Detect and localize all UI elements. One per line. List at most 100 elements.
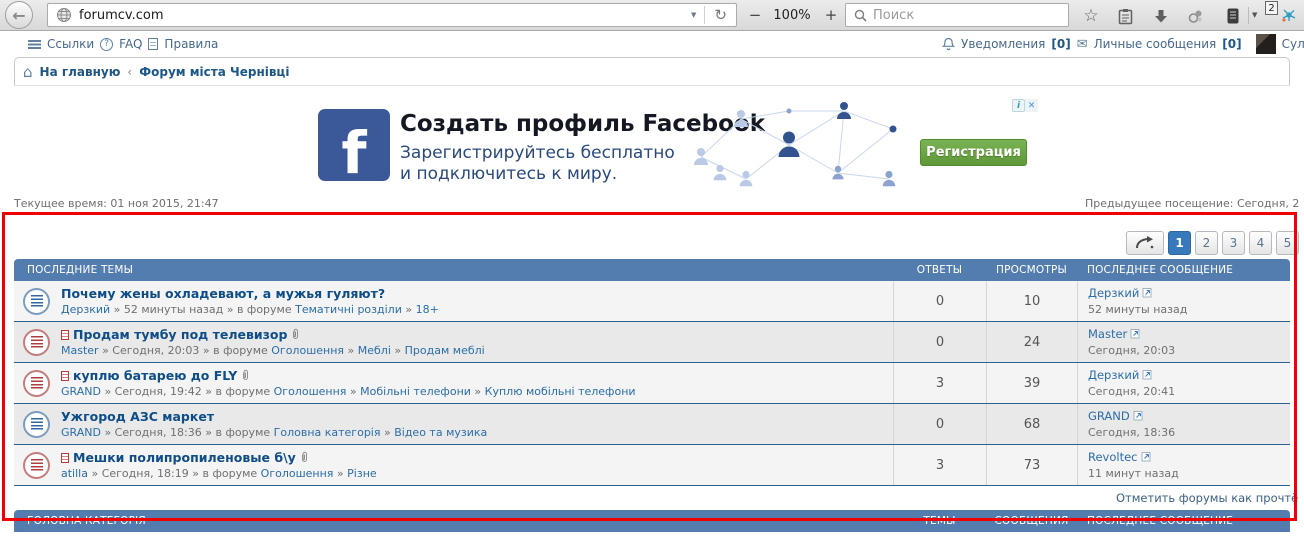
topic-meta-link[interactable]: GRAND <box>61 426 101 439</box>
user-avatar[interactable] <box>1256 34 1276 54</box>
facebook-ad-banner[interactable]: f Создать профиль Facebook Зарегистрируй… <box>318 99 1040 190</box>
topic-meta-link[interactable]: Відео та музика <box>394 426 487 439</box>
last-post-author-link[interactable]: GRAND <box>1088 409 1130 423</box>
breadcrumb-separator: ‹ <box>127 65 132 79</box>
topic-meta-link[interactable]: Оголошення <box>274 385 347 398</box>
column-replies: ОТВЕТЫ <box>893 264 986 276</box>
topic-replies-value: 0 <box>893 322 986 362</box>
topic-meta-text: » Сегодня, 19:42 » в форуме <box>101 385 274 398</box>
new-post-flag-icon <box>61 453 69 463</box>
topic-views-value: 39 <box>986 363 1077 403</box>
url-bar[interactable]: forumcv.com ▼ ↻ <box>47 3 737 27</box>
page-button[interactable]: 2 <box>1195 231 1218 255</box>
goto-last-post-icon[interactable] <box>1141 451 1152 465</box>
topic-meta-link[interactable]: Меблі <box>358 344 391 357</box>
attachment-paperclip-icon <box>291 328 300 341</box>
topic-title-link[interactable]: Продам тумбу под телевизор <box>73 327 287 342</box>
bookmark-star-icon[interactable]: ☆ <box>1078 5 1104 27</box>
topic-views-value: 68 <box>986 404 1077 444</box>
topic-title-link[interactable]: Мешки полипропиленовые б\у <box>73 450 296 465</box>
topic-meta-link[interactable]: Оголошення <box>261 467 334 480</box>
page-button[interactable]: 4 <box>1249 231 1272 255</box>
breadcrumb-forum-link[interactable]: Форум міста Чернівці <box>139 65 289 79</box>
page-button[interactable]: 5 <box>1276 231 1299 255</box>
goto-last-post-icon[interactable] <box>1133 410 1144 424</box>
forum-top-nav: Ссылки ? FAQ Правила Уведомления [0] ✉ Л… <box>0 33 1304 55</box>
topic-status-icon <box>23 288 50 315</box>
topic-meta-link[interactable]: GRAND <box>61 385 101 398</box>
last-post-author-link[interactable]: Revoltec <box>1088 450 1138 464</box>
topic-status-icon <box>23 411 50 438</box>
ad-text-line2: и подключитесь к миру. <box>400 164 617 184</box>
search-input[interactable] <box>873 8 1068 23</box>
messages-envelope-icon: ✉ <box>1077 37 1088 52</box>
zoom-out-button[interactable]: − <box>742 4 768 26</box>
topic-meta-link[interactable]: Мобільні телефони <box>360 385 471 398</box>
topic-meta-line: Дерзкий » 52 минуты назад » в форуме Тем… <box>61 303 439 316</box>
topic-meta-line: GRAND » Сегодня, 19:42 » в форуме Оголош… <box>61 385 636 398</box>
new-post-flag-icon <box>61 330 69 340</box>
downloads-icon[interactable] <box>1148 5 1174 27</box>
url-dropdown-icon[interactable]: ▼ <box>683 11 704 19</box>
topic-meta-link[interactable]: Різне <box>347 467 377 480</box>
topic-meta-link[interactable]: Головна категорія <box>274 426 381 439</box>
last-post-author-link[interactable]: Дерзкий <box>1088 286 1139 300</box>
extension-icon[interactable] <box>1281 8 1297 27</box>
topic-meta-link[interactable]: Тематичні розділи <box>295 303 402 316</box>
rules-document-icon <box>148 38 158 50</box>
category-section-header: ГОЛОВНА КАТЕГОРІЯ ТЕМЫ СООБЩЕНИЯ ПОСЛЕДН… <box>14 510 1290 532</box>
column-views: ПРОСМОТРЫ <box>986 264 1077 276</box>
goto-last-post-icon[interactable] <box>1142 287 1153 301</box>
nav-links[interactable]: Ссылки <box>47 37 94 51</box>
topic-title-link[interactable]: Почему жены охладевают, а мужья гуляют? <box>61 286 385 301</box>
home-icon: ⌂ <box>23 63 33 81</box>
topic-row: Мешки полипропиленовые б\у atilla » Сего… <box>14 445 1290 486</box>
search-box[interactable] <box>845 3 1069 27</box>
topic-meta-link[interactable]: Оголошення <box>271 344 344 357</box>
topic-title-link[interactable]: Ужгород АЗС маркет <box>61 409 214 424</box>
zoom-in-button[interactable]: + <box>818 4 844 26</box>
breadcrumb-home-link[interactable]: На главную <box>40 65 121 79</box>
page-button[interactable]: 3 <box>1222 231 1245 255</box>
circles-cluster-icon[interactable] <box>1182 5 1208 27</box>
last-post-author-link[interactable]: Дерзкий <box>1088 368 1139 382</box>
url-text[interactable]: forumcv.com <box>79 8 683 23</box>
last-post-author-link[interactable]: Master <box>1088 327 1127 341</box>
ad-registration-button[interactable]: Регистрация <box>920 139 1027 166</box>
reader-icon[interactable] <box>1220 5 1246 27</box>
topic-meta-link[interactable]: Master <box>61 344 99 357</box>
bookmarks-clipboard-icon[interactable] <box>1112 5 1138 27</box>
goto-last-post-icon[interactable] <box>1130 328 1141 342</box>
attachment-paperclip-icon <box>300 451 309 464</box>
messages-count: [0] <box>1222 37 1241 51</box>
topic-title-link[interactable]: куплю батарею до FLY <box>73 368 237 383</box>
topic-meta-link[interactable]: 18+ <box>416 303 439 316</box>
mark-forums-read-link[interactable]: Отметить форумы как прочтё <box>1116 491 1298 505</box>
topic-replies-value: 3 <box>893 363 986 403</box>
logged-in-username[interactable]: Сулейма <box>1282 37 1304 51</box>
notifications-bell-icon <box>942 37 955 51</box>
topic-meta-text: » <box>402 303 416 316</box>
back-button[interactable]: ← <box>5 1 33 29</box>
topic-meta-link[interactable]: Продам меблі <box>405 344 485 357</box>
reload-button[interactable]: ↻ <box>705 6 736 24</box>
nav-private-messages[interactable]: Личные сообщения <box>1094 37 1217 51</box>
ad-close-icon[interactable]: ✕ <box>1025 99 1038 112</box>
adchoices-info-icon[interactable]: i <box>1012 99 1025 112</box>
goto-last-post-icon[interactable] <box>1142 369 1153 383</box>
toolbar-overflow-icon[interactable]: ▼ <box>1252 11 1257 19</box>
nav-faq[interactable]: FAQ <box>119 37 142 51</box>
topic-meta-link[interactable]: atilla <box>61 467 88 480</box>
nav-rules[interactable]: Правила <box>164 37 218 51</box>
topic-meta-link[interactable]: Куплю мобільні телефони <box>485 385 636 398</box>
jump-to-page-button[interactable] <box>1126 231 1164 255</box>
topic-replies-value: 0 <box>893 404 986 444</box>
topic-status-icon <box>23 452 50 479</box>
topic-meta-text: » <box>344 344 358 357</box>
column-last-post-bottom: ПОСЛЕДНЕЕ СООБЩЕНИЕ <box>1077 515 1290 527</box>
topic-status-icon <box>23 329 50 356</box>
topic-meta-text: » <box>471 385 485 398</box>
page-button[interactable]: 1 <box>1168 231 1191 255</box>
topic-meta-link[interactable]: Дерзкий <box>61 303 110 316</box>
nav-notifications[interactable]: Уведомления <box>961 37 1045 51</box>
